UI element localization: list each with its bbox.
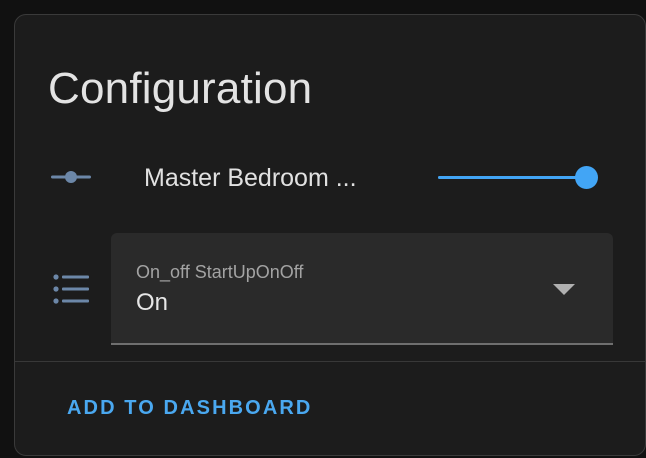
slider-icon bbox=[51, 171, 91, 183]
add-to-dashboard-button[interactable]: ADD TO DASHBOARD bbox=[55, 385, 324, 431]
dropdown-arrow-icon[interactable] bbox=[553, 284, 575, 296]
select-value: On bbox=[136, 289, 169, 316]
entity-name: Master Bedroom ... bbox=[144, 164, 357, 192]
slider-entity-row: Master Bedroom ... bbox=[15, 149, 645, 205]
select-label: On_off StartUpOnOff bbox=[136, 262, 304, 282]
card-title: Configuration bbox=[48, 64, 313, 113]
slider-fill bbox=[438, 176, 587, 179]
slider-thumb[interactable] bbox=[575, 166, 599, 189]
format-list-bulleted-icon bbox=[53, 274, 89, 304]
configuration-card: Configuration Master Bedroom ... On_off … bbox=[14, 14, 646, 456]
card-divider bbox=[15, 361, 645, 362]
entity-slider[interactable] bbox=[436, 163, 606, 191]
startup-onoff-select[interactable]: On_off StartUpOnOff On bbox=[111, 233, 613, 345]
select-entity-row: On_off StartUpOnOff On bbox=[15, 233, 645, 345]
